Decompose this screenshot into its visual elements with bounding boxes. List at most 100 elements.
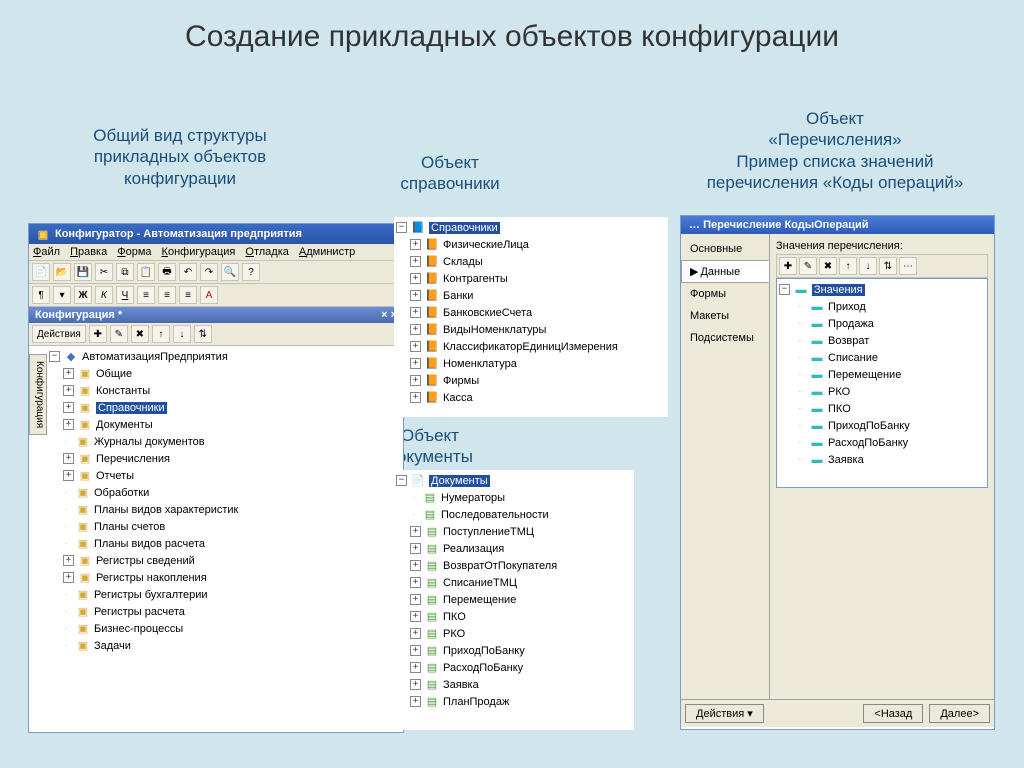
expander-icon[interactable]: + [63, 402, 74, 413]
tree-item[interactable]: +📙КлассификаторЕдиницИзмерения [394, 338, 668, 355]
expander-icon[interactable]: − [49, 351, 60, 362]
tree-item[interactable]: +📙Номенклатура [394, 355, 668, 372]
tree-item[interactable]: +▣Общие [47, 365, 403, 382]
tb-italic[interactable]: К [95, 286, 113, 304]
tb-font[interactable]: ▾ [53, 286, 71, 304]
expander-icon[interactable]: + [410, 256, 421, 267]
tree-item[interactable]: +▤Реализация [394, 540, 634, 557]
btn-prev[interactable]: <Назад [863, 704, 923, 723]
expander-icon[interactable]: + [410, 645, 421, 656]
expander-icon[interactable]: + [410, 662, 421, 673]
enum-value[interactable]: ··▬ПриходПоБанку [777, 417, 987, 434]
expander-icon[interactable]: + [410, 577, 421, 588]
btn-next[interactable]: Далее> [929, 704, 990, 723]
tree-item[interactable]: +▤ПриходПоБанку [394, 642, 634, 659]
tb-align-c[interactable]: ≡ [158, 286, 176, 304]
mtb-up[interactable]: ↑ [839, 257, 857, 275]
enum-listbox[interactable]: − ▬ Значения ··▬Приход··▬Продажа··▬Возвр… [776, 278, 988, 488]
tree-item[interactable]: ·▣Планы видов характеристик [47, 501, 403, 518]
tb-color[interactable]: A [200, 286, 218, 304]
tb-sort[interactable]: ⇅ [194, 325, 212, 343]
expander-icon[interactable]: + [410, 628, 421, 639]
tree-item[interactable]: +▤Перемещение [394, 591, 634, 608]
tb-copy[interactable]: ⧉ [116, 263, 134, 281]
expander-icon[interactable]: − [396, 475, 407, 486]
tree-root-a[interactable]: − ◆ АвтоматизацияПредприятия [47, 348, 403, 365]
mtb-del[interactable]: ✖ [819, 257, 837, 275]
tb-bold[interactable]: Ж [74, 286, 92, 304]
tree-item[interactable]: +📙Фирмы [394, 372, 668, 389]
enum-value[interactable]: ··▬Списание [777, 349, 987, 366]
enum-root[interactable]: − ▬ Значения [777, 281, 987, 298]
tree-item[interactable]: ·▣Задачи [47, 637, 403, 654]
tree-item[interactable]: ·▣Бизнес-процессы [47, 620, 403, 637]
tb-help[interactable]: ? [242, 263, 260, 281]
enum-value[interactable]: ··▬Продажа [777, 315, 987, 332]
tree-item[interactable]: +▣Отчеты [47, 467, 403, 484]
expander-icon[interactable]: + [410, 392, 421, 403]
tb-edit[interactable]: ✎ [110, 325, 128, 343]
tree-item[interactable]: +▣Константы [47, 382, 403, 399]
mtb-down[interactable]: ↓ [859, 257, 877, 275]
tree-item[interactable]: +📙ФизическиеЛица [394, 236, 668, 253]
menu-edit[interactable]: Правка [70, 246, 107, 258]
tree-item[interactable]: +📙БанковскиеСчета [394, 304, 668, 321]
mtb-add[interactable]: ✚ [779, 257, 797, 275]
tree-a[interactable]: − ◆ АвтоматизацияПредприятия +▣Общие+▣Ко… [47, 346, 403, 656]
expander-icon[interactable]: + [63, 470, 74, 481]
tree-item[interactable]: +▣Регистры сведений [47, 552, 403, 569]
expander-icon[interactable]: + [410, 375, 421, 386]
tb-align-r[interactable]: ≡ [179, 286, 197, 304]
expander-icon[interactable]: + [63, 453, 74, 464]
tree-item[interactable]: +📙Склады [394, 253, 668, 270]
expander-icon[interactable]: + [410, 239, 421, 250]
expander-icon[interactable]: + [410, 560, 421, 571]
tb-underline[interactable]: Ч [116, 286, 134, 304]
expander-icon[interactable]: − [396, 222, 407, 233]
tree-item[interactable]: +▤РКО [394, 625, 634, 642]
tree-item[interactable]: ·▣Журналы документов [47, 433, 403, 450]
tree-item[interactable]: +▣Документы [47, 416, 403, 433]
enum-value[interactable]: ··▬Заявка [777, 451, 987, 468]
vtab-dannye[interactable]: ▶Данные [681, 260, 769, 283]
enum-value[interactable]: ··▬РасходПоБанку [777, 434, 987, 451]
tree-item[interactable]: +📙ВидыНоменклатуры [394, 321, 668, 338]
vertical-tab[interactable]: Конфигурация [29, 354, 47, 435]
expander-icon[interactable]: + [410, 307, 421, 318]
tree-item[interactable]: +▣Перечисления [47, 450, 403, 467]
tree-root-b[interactable]: − 📘 Справочники [394, 219, 668, 236]
expander-icon[interactable]: + [63, 555, 74, 566]
tree-item[interactable]: +▤Заявка [394, 676, 634, 693]
tree-item[interactable]: +▤ПКО [394, 608, 634, 625]
expander-icon[interactable]: + [410, 358, 421, 369]
enum-value[interactable]: ··▬РКО [777, 383, 987, 400]
tree-item[interactable]: +▤ВозвратОтПокупателя [394, 557, 634, 574]
tree-root-c[interactable]: − 📄 Документы [394, 472, 634, 489]
tb-redo[interactable]: ↷ [200, 263, 218, 281]
tb-print[interactable]: 🖶 [158, 263, 176, 281]
tb-up[interactable]: ↑ [152, 325, 170, 343]
expander-icon[interactable]: + [410, 526, 421, 537]
tb-open[interactable]: 📂 [53, 263, 71, 281]
vtab-formy[interactable]: Формы [681, 283, 769, 305]
tree-item[interactable]: +▤РасходПоБанку [394, 659, 634, 676]
tb-cut[interactable]: ✂ [95, 263, 113, 281]
expander-icon[interactable]: + [410, 543, 421, 554]
tb-find[interactable]: 🔍 [221, 263, 239, 281]
tree-item[interactable]: ·▤Последовательности [394, 506, 634, 523]
tree-item[interactable]: ·▣Регистры расчета [47, 603, 403, 620]
enum-value[interactable]: ··▬Перемещение [777, 366, 987, 383]
tree-item[interactable]: ·▤Нумераторы [394, 489, 634, 506]
expander-icon[interactable]: − [779, 284, 790, 295]
tree-item[interactable]: +▤СписаниеТМЦ [394, 574, 634, 591]
expander-icon[interactable]: + [63, 572, 74, 583]
tree-c[interactable]: − 📄 Документы ·▤Нумераторы·▤Последовател… [394, 470, 634, 712]
tree-b[interactable]: − 📘 Справочники +📙ФизическиеЛица+📙Склады… [394, 217, 668, 408]
mtb-edit[interactable]: ✎ [799, 257, 817, 275]
enum-value[interactable]: ··▬Приход [777, 298, 987, 315]
vtab-makety[interactable]: Макеты [681, 305, 769, 327]
tree-item[interactable]: +📙Банки [394, 287, 668, 304]
expander-icon[interactable]: + [410, 696, 421, 707]
mtb-more[interactable]: ⋯ [899, 257, 917, 275]
vtab-podsistemy[interactable]: Подсистемы [681, 327, 769, 349]
